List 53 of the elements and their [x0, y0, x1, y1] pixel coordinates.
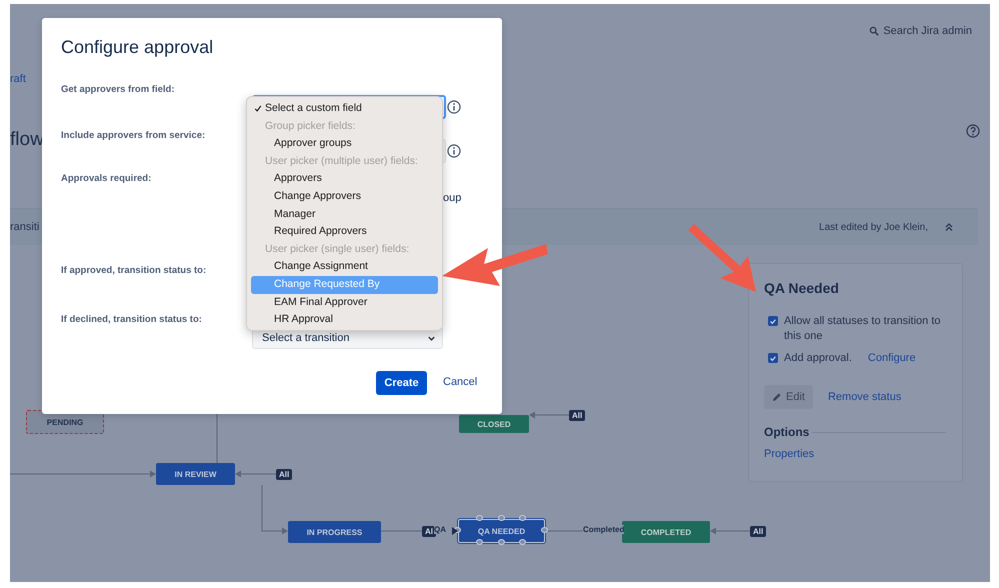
collapse-icon	[944, 222, 954, 232]
status-node[interactable]: CLOSED	[459, 415, 529, 433]
search-icon	[869, 26, 880, 36]
cancel-link[interactable]: Cancel	[443, 376, 478, 388]
dropdown-option[interactable]: EAM Final Approver	[251, 294, 438, 312]
option-group-label: User picker (single user) fields:	[264, 242, 410, 257]
status-node[interactable]: IN REVIEW	[156, 463, 235, 485]
toolbar-label: ransiti	[10, 221, 40, 233]
pencil-icon	[772, 392, 782, 402]
create-button[interactable]: Create	[376, 371, 427, 395]
status-node[interactable]: IN PROGRESS	[288, 521, 381, 543]
field-label: Get approvers from field:	[61, 84, 174, 95]
page-heading: flow	[10, 129, 44, 151]
option-group-label: Group picker fields:	[264, 118, 356, 134]
all-transition-badge[interactable]: All	[276, 469, 292, 480]
dropdown-option[interactable]: Manager	[251, 206, 438, 224]
last-edited-text: Last edited by Joe Klein,	[819, 222, 928, 232]
dropdown-option[interactable]: Approvers	[251, 170, 438, 188]
connector-arrow	[262, 484, 288, 534]
status-node[interactable]: QA NEEDED	[458, 519, 545, 543]
connector-arrow	[235, 470, 276, 478]
checkbox-label: Allow all statuses to transition to this one	[784, 314, 942, 344]
status-title: QA Needed	[764, 280, 839, 296]
option-group-label: User picker (multiple user) fields:	[264, 154, 419, 169]
checkbox[interactable]	[768, 353, 778, 363]
all-transition-badge[interactable]: Al	[422, 526, 436, 537]
all-transition-badge[interactable]: All	[750, 526, 766, 537]
dialog-title: Configure approval	[61, 37, 214, 58]
search-link[interactable]: Search Jira admin	[869, 25, 972, 37]
checkbox-label: Add approval.	[784, 351, 852, 366]
dropdown-option[interactable]: HR Approval	[251, 311, 438, 329]
field-label: If declined, transition status to:	[61, 314, 202, 325]
info-icon	[447, 144, 461, 158]
info-icon	[447, 100, 461, 114]
section-heading: Options	[764, 425, 810, 439]
connector-arrow	[529, 412, 570, 418]
dropdown-option[interactable]: Change Approvers	[251, 188, 438, 206]
field-label: Approvals required:	[61, 173, 152, 184]
chevron-down-icon	[427, 334, 436, 342]
option-label: oup	[443, 192, 462, 204]
field-label: If approved, transition status to:	[61, 265, 206, 276]
dropdown-option[interactable]: Required Approvers	[251, 223, 438, 241]
transition-label[interactable]: Completed	[583, 525, 624, 534]
dropdown-option[interactable]: Approver groups	[251, 135, 438, 153]
field-label: Include approvers from service:	[61, 130, 206, 141]
all-transition-badge[interactable]: All	[569, 410, 586, 421]
checkbox[interactable]	[768, 316, 778, 326]
dropdown-option[interactable]: Select a custom field	[251, 100, 438, 118]
dropdown-option[interactable]: Change Assignment	[251, 258, 438, 276]
connector-arrow	[710, 528, 750, 534]
checkmark-icon	[254, 104, 262, 114]
transition-label[interactable]: QA	[434, 525, 446, 534]
help-icon	[966, 124, 980, 138]
